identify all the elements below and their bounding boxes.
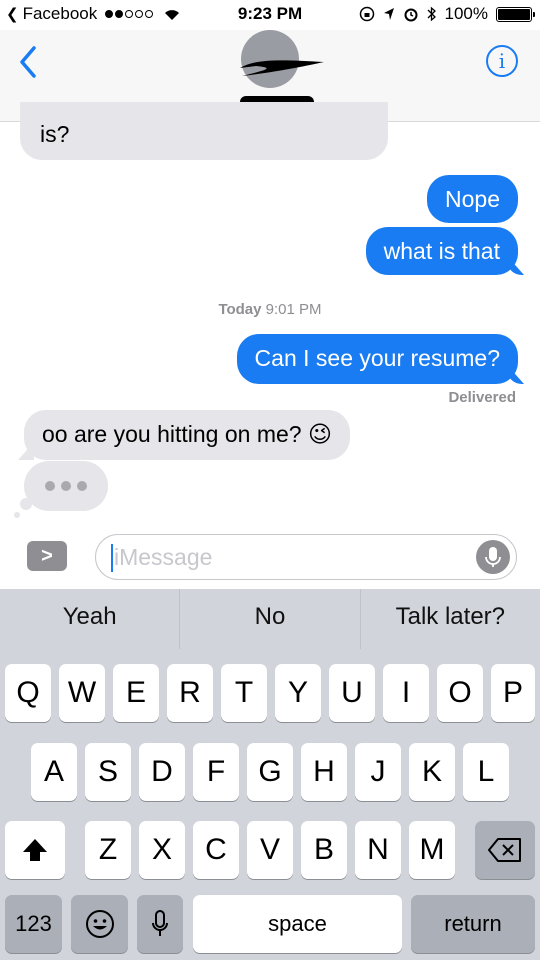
prediction-suggestion[interactable]: No xyxy=(180,589,359,649)
emoji-icon xyxy=(85,910,114,938)
typing-indicator-tail xyxy=(20,498,32,510)
input-placeholder: iMessage xyxy=(114,544,213,570)
battery-percent: 100% xyxy=(444,4,488,23)
delivered-status: Delivered xyxy=(448,389,516,406)
emoji-key[interactable] xyxy=(71,895,128,953)
timestamp-day: Today xyxy=(218,301,262,318)
dictation-button[interactable] xyxy=(476,540,510,574)
key-v[interactable]: V xyxy=(247,821,293,879)
backspace-icon xyxy=(488,838,521,862)
message-bubble-incoming[interactable]: oo are you hitting on me? 😉 xyxy=(24,410,350,460)
key-o[interactable]: O xyxy=(437,664,483,722)
key-y[interactable]: Y xyxy=(275,664,321,722)
numbers-key[interactable]: 123 xyxy=(5,895,62,953)
predictive-bar: Yeah No Talk later? xyxy=(0,589,540,649)
typing-indicator xyxy=(24,461,108,511)
redaction-scribble xyxy=(240,60,324,76)
prediction-suggestion[interactable]: Yeah xyxy=(0,589,179,649)
key-j[interactable]: J xyxy=(355,743,401,801)
message-bubble-outgoing[interactable]: what is that xyxy=(365,227,518,275)
delete-key[interactable] xyxy=(475,821,535,879)
key-x[interactable]: X xyxy=(139,821,185,879)
return-key[interactable]: return xyxy=(411,895,535,953)
key-f[interactable]: F xyxy=(193,743,239,801)
key-l[interactable]: L xyxy=(463,743,509,801)
imessage-input[interactable]: iMessage xyxy=(95,534,517,580)
text-cursor xyxy=(111,544,113,572)
key-w[interactable]: W xyxy=(59,664,105,722)
orientation-lock-icon xyxy=(359,6,374,22)
key-u[interactable]: U xyxy=(329,664,375,722)
back-chevron-icon[interactable] xyxy=(14,44,44,80)
key-s[interactable]: S xyxy=(85,743,131,801)
key-n[interactable]: N xyxy=(355,821,401,879)
message-bubble-outgoing[interactable]: Can I see your resume? xyxy=(236,334,518,384)
bluetooth-icon xyxy=(427,6,436,22)
key-b[interactable]: B xyxy=(301,821,347,879)
typing-indicator-tail xyxy=(14,512,20,518)
key-t[interactable]: T xyxy=(221,664,267,722)
info-button[interactable]: i xyxy=(486,45,518,77)
location-icon xyxy=(383,8,394,20)
microphone-icon xyxy=(152,910,168,936)
apps-expand-button[interactable]: > xyxy=(27,541,67,571)
key-h[interactable]: H xyxy=(301,743,347,801)
dictation-key[interactable] xyxy=(137,895,183,953)
key-p[interactable]: P xyxy=(491,664,535,722)
key-g[interactable]: G xyxy=(247,743,293,801)
key-m[interactable]: M xyxy=(409,821,455,879)
shift-arrow-icon xyxy=(23,839,47,861)
key-r[interactable]: R xyxy=(167,664,213,722)
conversation-timestamp: Today 9:01 PM xyxy=(0,301,540,318)
keyboard: Yeah No Talk later? Q W E R T Y U I O P … xyxy=(0,589,540,960)
key-k[interactable]: K xyxy=(409,743,455,801)
status-bar-right: 100% xyxy=(359,4,535,24)
message-bubble-incoming[interactable]: is? xyxy=(20,102,388,160)
status-bar: ❮ Facebook 9:23 PM 100% xyxy=(0,0,540,30)
microphone-icon xyxy=(485,547,501,567)
timestamp-time: 9:01 PM xyxy=(265,301,322,318)
key-q[interactable]: Q xyxy=(5,664,51,722)
compose-bar: > iMessage xyxy=(0,525,540,589)
prediction-suggestion[interactable]: Talk later? xyxy=(361,589,540,649)
battery-icon xyxy=(496,6,535,22)
key-d[interactable]: D xyxy=(139,743,185,801)
space-key[interactable]: space xyxy=(193,895,402,953)
message-bubble-outgoing[interactable]: Nope xyxy=(427,175,518,223)
key-e[interactable]: E xyxy=(113,664,159,722)
key-a[interactable]: A xyxy=(31,743,77,801)
key-c[interactable]: C xyxy=(193,821,239,879)
alarm-icon xyxy=(404,8,418,22)
key-i[interactable]: I xyxy=(383,664,429,722)
shift-key[interactable] xyxy=(5,821,65,879)
key-z[interactable]: Z xyxy=(85,821,131,879)
